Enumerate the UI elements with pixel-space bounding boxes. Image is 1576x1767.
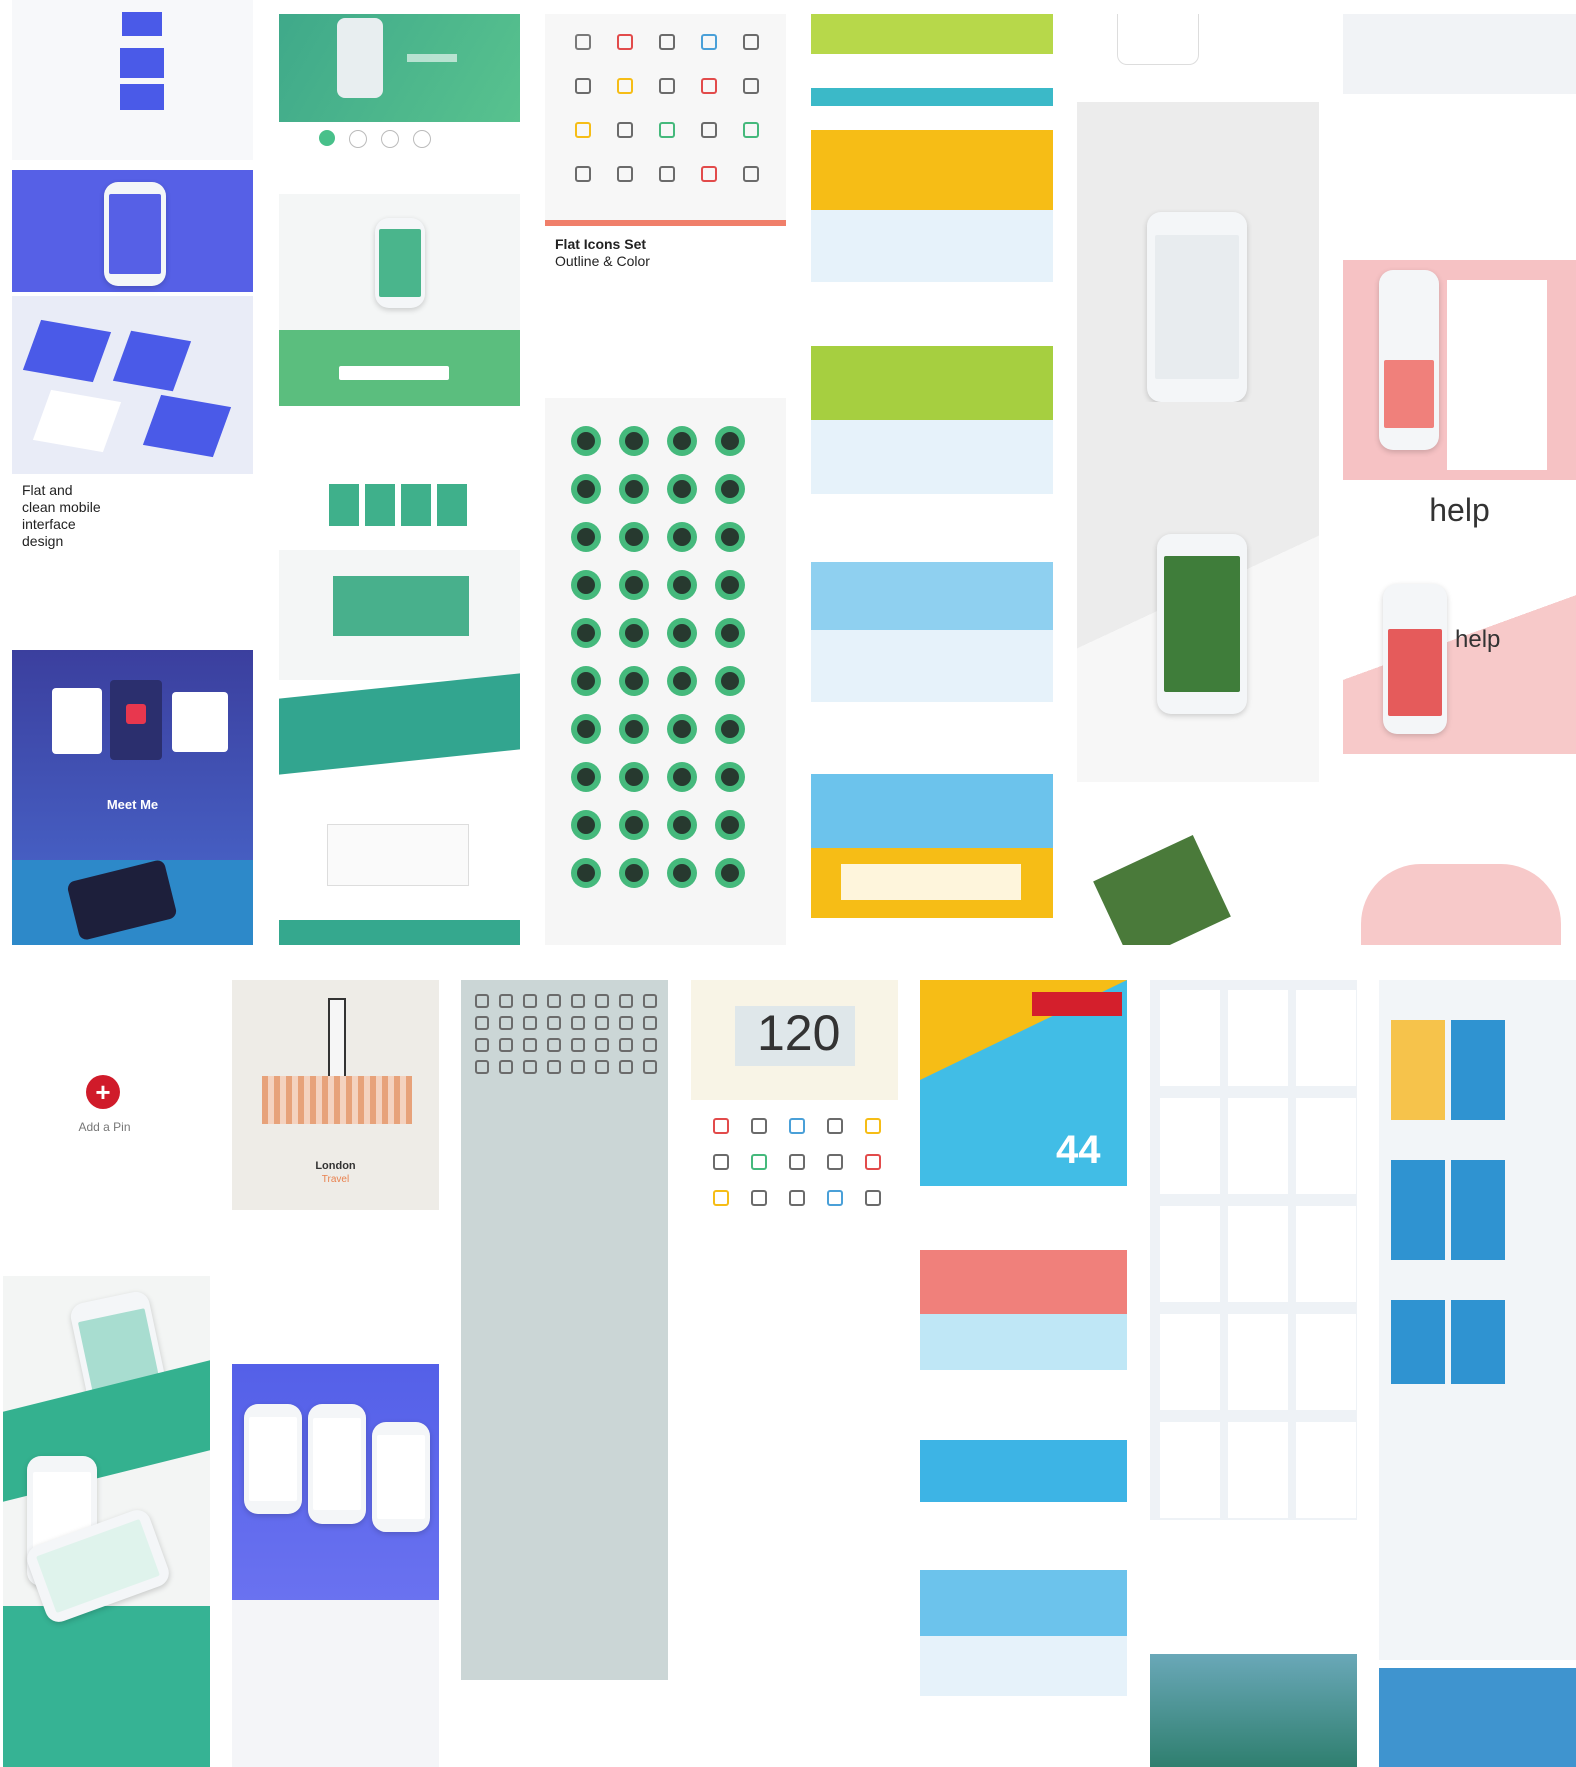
help-title: help	[1429, 492, 1490, 528]
add-pin-button[interactable]: +	[86, 1075, 120, 1109]
add-pin-tile[interactable]: + Add a Pin	[0, 980, 209, 1180]
pin-teal-app[interactable]	[3, 1276, 210, 1767]
pin-title-line: interface	[22, 516, 76, 532]
blue-card	[120, 84, 164, 110]
big-count: 44	[1056, 1128, 1101, 1172]
pin-label: Meet Me	[106, 797, 159, 812]
pin-44-illustrations[interactable]: 44	[920, 980, 1127, 1767]
feature-icons	[319, 130, 479, 160]
pin-title-line: Flat and	[22, 482, 73, 498]
london-title: London	[315, 1160, 356, 1172]
pin-title-line: Outline & Color	[555, 253, 650, 269]
pin-title-line: design	[22, 533, 64, 549]
pin-title-line: Flat Icons Set	[555, 236, 647, 252]
blue-card	[120, 48, 164, 78]
teal-band	[279, 673, 520, 775]
green-hero	[279, 14, 520, 122]
blue-card	[122, 12, 162, 36]
london-subtitle: Travel	[321, 1174, 350, 1185]
pin-mobile-interface[interactable]: Flat and clean mobile interface design M…	[12, 0, 253, 945]
pin-green-landing[interactable]	[279, 14, 520, 945]
pin-120-icons[interactable]: 120	[691, 980, 898, 1767]
big-count: 120	[757, 1005, 841, 1061]
add-pin-label: Add a Pin	[78, 1120, 131, 1134]
pin-title: Flat and clean mobile interface design	[22, 482, 222, 550]
green-subscribe	[279, 330, 520, 406]
icon-grid	[545, 14, 786, 226]
pin-london[interactable]: London Travel	[232, 980, 439, 1767]
cards-grid	[12, 296, 253, 474]
pin-image-top	[12, 0, 253, 160]
pin-flat-icons[interactable]: Flat Icons Set Outline & Color	[545, 14, 786, 945]
phone-feature-section	[279, 194, 520, 344]
avatar-grid	[545, 398, 786, 945]
green-cards	[329, 484, 469, 526]
dark-blue-showcase: Meet Me	[12, 650, 253, 945]
pink-hero	[1343, 260, 1576, 480]
pin-title: Flat Icons Set Outline & Color	[555, 236, 775, 270]
pin-weather-icons[interactable]	[1150, 980, 1357, 1767]
pin-help-app[interactable]: help help	[1343, 14, 1576, 945]
pin-line-illustrations[interactable]	[811, 14, 1053, 945]
pin-blue-app[interactable]	[1379, 980, 1576, 1767]
help-subtitle: help	[1455, 626, 1501, 653]
pin-title-line: clean mobile	[22, 499, 101, 515]
phone-mockup	[104, 182, 166, 286]
pin-outline-icon-set[interactable]	[461, 980, 668, 1767]
indigo-banner	[12, 170, 253, 292]
pin-app-wireframe[interactable]	[1077, 14, 1319, 945]
